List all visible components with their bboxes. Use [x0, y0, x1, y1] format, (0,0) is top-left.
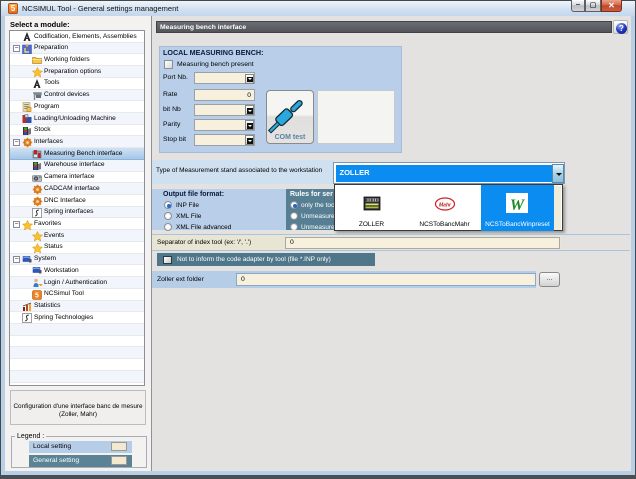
svg-text:Mahr: Mahr	[439, 203, 452, 209]
svg-text:W: W	[510, 197, 526, 214]
svg-text:5: 5	[35, 292, 39, 299]
